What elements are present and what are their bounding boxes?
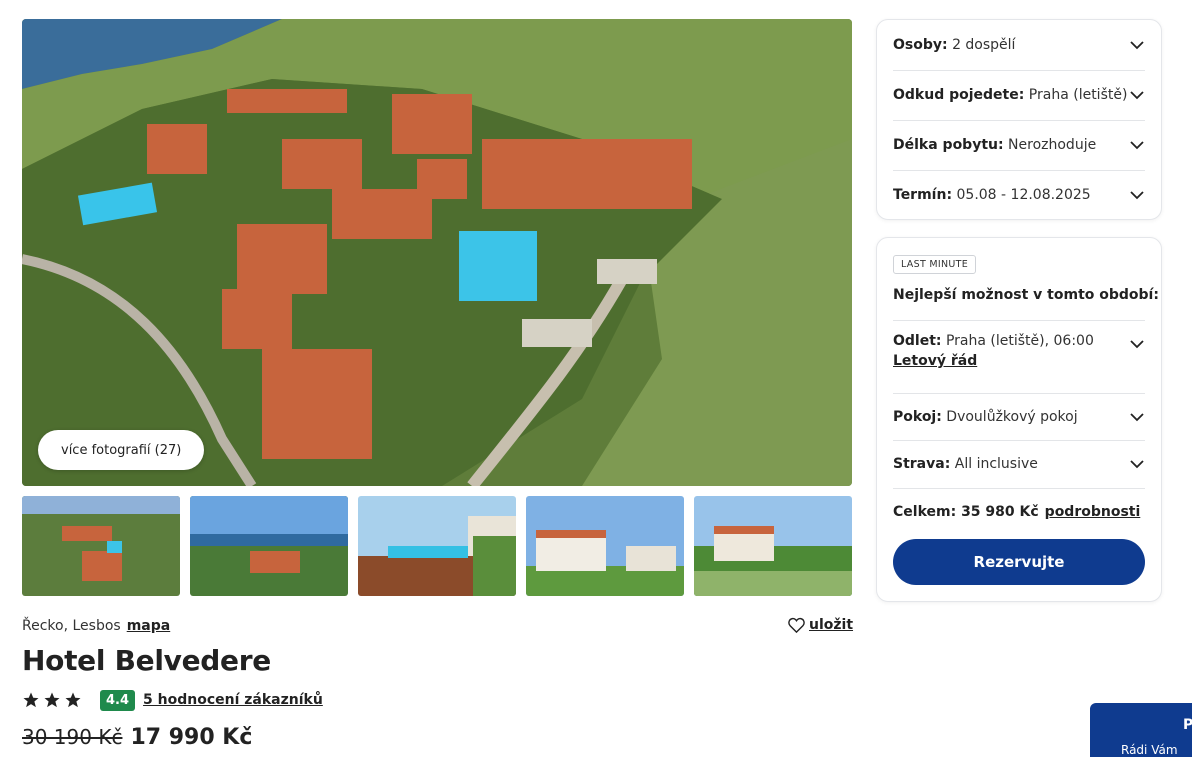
thumbnail-2[interactable] (190, 496, 348, 596)
room-dropdown[interactable]: Pokoj: Dvoulůžkový pokoj (893, 406, 1145, 428)
price-row: 30 190 Kč 17 990 Kč (22, 725, 252, 750)
chevron-down-icon (1130, 460, 1144, 469)
star-icon (23, 692, 39, 708)
reserve-button[interactable]: Rezervujte (893, 539, 1145, 585)
chat-title: P (1183, 717, 1192, 733)
board-value: All inclusive (954, 456, 1038, 472)
departure-value: Praha (letiště), 06:00 (945, 333, 1094, 349)
thumbnail-3[interactable] (358, 496, 516, 596)
star-icon (44, 692, 60, 708)
room-label: Pokoj: (893, 409, 942, 425)
chevron-down-icon (1130, 340, 1144, 349)
stay-length-dropdown[interactable]: Délka pobytu: Nerozhoduje (893, 134, 1145, 156)
chevron-down-icon (1130, 41, 1144, 50)
aerial-hotel-image (22, 19, 852, 486)
thumbnail-1[interactable] (22, 496, 180, 596)
more-photos-button[interactable]: více fotografií (27) (38, 430, 205, 470)
room-value: Dvoulůžkový pokoj (946, 409, 1078, 425)
hotel-name: Hotel Belvedere (22, 644, 271, 677)
last-minute-badge: LAST MINUTE (893, 255, 977, 274)
chevron-down-icon (1130, 191, 1144, 200)
persons-label: Osoby: (893, 37, 948, 53)
from-value: Praha (letiště) (1028, 87, 1128, 103)
divider (893, 440, 1145, 441)
details-link[interactable]: podrobnosti (1045, 504, 1141, 520)
departure-dropdown[interactable]: Odlet: Praha (letiště), 06:00 Letový řád (893, 333, 1145, 369)
search-options-card: Osoby: 2 dospělí Odkud pojedete: Praha (… (876, 19, 1162, 220)
divider (893, 320, 1145, 321)
chevron-down-icon (1130, 141, 1144, 150)
chevron-down-icon (1130, 91, 1144, 100)
rating-score-badge: 4.4 (100, 689, 136, 711)
length-label: Délka pobytu: (893, 137, 1004, 153)
best-option-heading: Nejlepší možnost v tomto období: (893, 287, 1159, 303)
total-value: 35 980 Kč (961, 504, 1039, 520)
chat-widget[interactable]: P Rádi Vám (1090, 703, 1192, 757)
flight-schedule-link[interactable]: Letový řád (893, 353, 1094, 369)
date-value: 05.08 - 12.08.2025 (956, 187, 1091, 203)
new-price: 17 990 Kč (130, 725, 253, 750)
total-price: Celkem: 35 980 Kč podrobnosti (893, 504, 1140, 520)
divider (893, 393, 1145, 394)
thumbnail-image (694, 496, 852, 596)
old-price: 30 190 Kč (22, 725, 123, 749)
map-link[interactable]: mapa (127, 618, 171, 634)
board-label: Strava: (893, 456, 951, 472)
divider (893, 170, 1145, 171)
date-label: Termín: (893, 187, 953, 203)
divider (893, 120, 1145, 121)
thumbnail-image (526, 496, 684, 596)
length-value: Nerozhoduje (1008, 137, 1097, 153)
main-hotel-photo[interactable]: více fotografií (27) (22, 19, 852, 486)
thumbnail-4[interactable] (526, 496, 684, 596)
divider (893, 70, 1145, 71)
rating-row: 4.4 5 hodnocení zákazníků (22, 688, 323, 712)
thumbnail-5[interactable] (694, 496, 852, 596)
date-dropdown[interactable]: Termín: 05.08 - 12.08.2025 (893, 184, 1145, 206)
save-button[interactable]: uložit (788, 617, 853, 633)
offer-card: LAST MINUTE Nejlepší možnost v tomto obd… (876, 237, 1162, 602)
departure-label: Odlet: (893, 333, 942, 349)
thumbnail-image (22, 496, 180, 596)
hotel-location: Řecko, Lesbos mapa (22, 618, 170, 634)
heart-icon (788, 617, 805, 633)
persons-dropdown[interactable]: Osoby: 2 dospělí (893, 34, 1145, 56)
divider (893, 488, 1145, 489)
location-text: Řecko, Lesbos (22, 618, 121, 634)
star-icon (65, 692, 81, 708)
chat-text: Rádi Vám (1121, 743, 1178, 757)
save-label: uložit (809, 617, 854, 633)
thumbnail-strip (22, 496, 852, 596)
board-dropdown[interactable]: Strava: All inclusive (893, 453, 1145, 475)
thumbnail-image (358, 496, 516, 596)
chevron-down-icon (1130, 413, 1144, 422)
reviews-link[interactable]: 5 hodnocení zákazníků (143, 692, 323, 708)
total-label: Celkem: (893, 504, 957, 520)
thumbnail-image (190, 496, 348, 596)
from-label: Odkud pojedete: (893, 87, 1025, 103)
departure-city-dropdown[interactable]: Odkud pojedete: Praha (letiště) (893, 84, 1145, 106)
persons-value: 2 dospělí (952, 37, 1016, 53)
hotel-stars (22, 691, 82, 709)
